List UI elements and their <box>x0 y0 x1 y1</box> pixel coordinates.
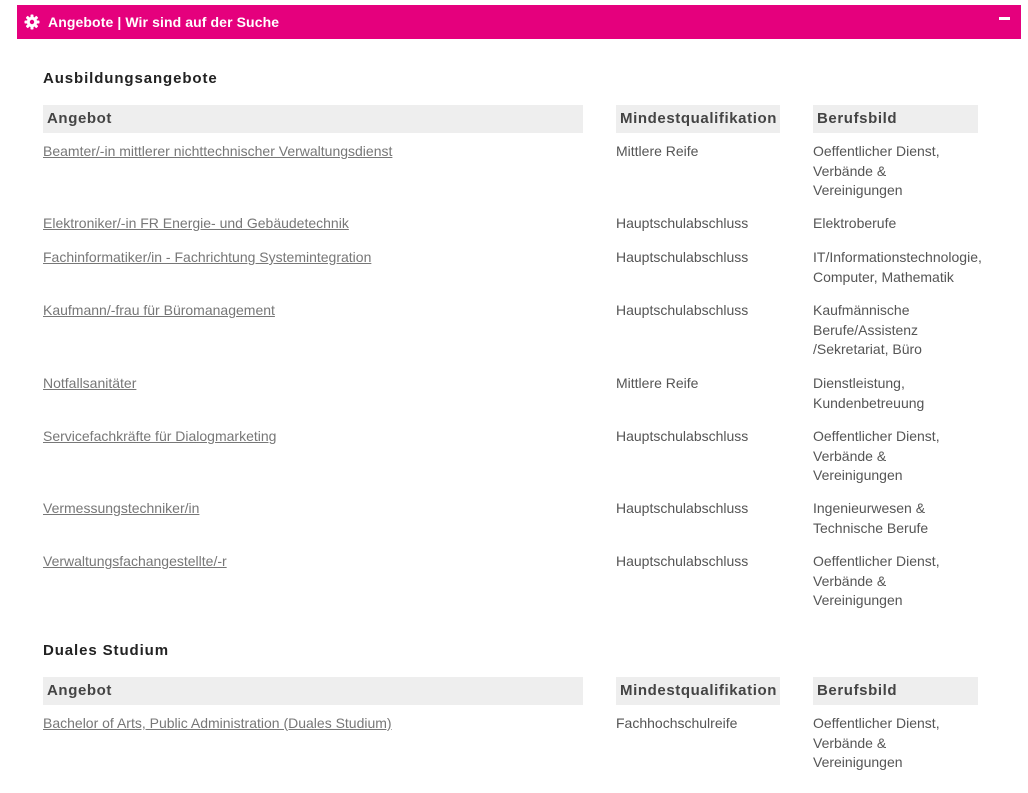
berufsbild-line: Berufe/Assistenz <box>813 321 919 338</box>
berufsbild-line: Verbände & <box>813 162 887 179</box>
berufsbild-cell: Oeffentlicher Dienst, Verbände & Vereinigu… <box>813 714 993 773</box>
column-header-berufsbild: Berufsbild <box>813 677 978 705</box>
column-header-angebot: Angebot <box>43 677 583 705</box>
table-row-angebot: Beamter/-in mittlerer nichttechnischer V… <box>43 142 603 162</box>
angebot-link[interactable]: Bachelor of Arts, Public Administration … <box>43 715 392 731</box>
angebot-link[interactable]: Kaufmann/-frau für Büromanagement <box>43 302 275 318</box>
angebot-link[interactable]: Notfallsanitäter <box>43 375 136 391</box>
mindestqualifikation-cell: Mittlere Reife <box>616 375 699 391</box>
berufsbild-line: Vereinigungen <box>813 754 903 770</box>
berufsbild-line: Oeffentlicher Dienst, <box>813 715 940 731</box>
berufsbild-line: Verbände & <box>813 734 887 751</box>
berufsbild-line: Vereinigungen <box>813 467 903 483</box>
berufsbild-cell: Dienstleistung, Kundenbetreuung <box>813 374 993 413</box>
column-header-angebot: Angebot <box>43 105 583 133</box>
mindestqualifikation-cell: Fachhochschulreife <box>616 715 738 731</box>
angebot-link[interactable]: Fachinformatiker/in - Fachrichtung Syste… <box>43 249 371 265</box>
section-title-ausbildung: Ausbildungsangebote <box>43 70 218 87</box>
column-header-mindestqualifikation: Mindestqualifikation <box>616 677 780 705</box>
gear-icon <box>24 14 40 30</box>
berufsbild-line: Oeffentlicher Dienst, <box>813 143 940 159</box>
berufsbild-cell: Oeffentlicher Dienst, Verbände & Vereinigu… <box>813 427 993 486</box>
table-row-angebot: Notfallsanitäter <box>43 374 603 394</box>
angebot-link[interactable]: Beamter/-in mittlerer nichttechnischer V… <box>43 143 392 159</box>
mindestqualifikation-cell: Hauptschulabschluss <box>616 553 749 569</box>
berufsbild-line: Verbände & <box>813 447 887 464</box>
mindestqualifikation-cell: Hauptschulabschluss <box>616 428 749 444</box>
table-row-angebot: Vermessungstechniker/in <box>43 499 603 519</box>
angebot-link[interactable]: Vermessungstechniker/in <box>43 500 199 516</box>
berufsbild-line: Elektroberufe <box>813 215 897 231</box>
table-row-angebot: Kaufmann/-frau für Büromanagement <box>43 301 603 321</box>
panel-title: Angebote | Wir sind auf der Suche <box>48 14 280 30</box>
berufsbild-cell: Kaufmännische Berufe/Assistenz/Sekretaria… <box>813 301 993 360</box>
angebot-link[interactable]: Elektroniker/-in FR Energie- und Gebäude… <box>43 215 349 231</box>
berufsbild-cell: Oeffentlicher Dienst, Verbände & Vereinigu… <box>813 142 993 201</box>
angebot-link[interactable]: Servicefachkräfte für Dialogmarketing <box>43 428 276 444</box>
berufsbild-line: Verbände & <box>813 572 887 589</box>
mindestqualifikation-cell: Hauptschulabschluss <box>616 215 749 231</box>
berufsbild-line: Computer, Mathematik <box>813 268 954 285</box>
table-row-angebot: Fachinformatiker/in - Fachrichtung Syste… <box>43 248 603 268</box>
berufsbild-cell: Oeffentlicher Dienst, Verbände & Vereinigu… <box>813 552 993 611</box>
berufsbild-line: Kundenbetreuung <box>813 394 925 411</box>
berufsbild-cell: Ingenieurwesen & Technische Berufe <box>813 499 993 538</box>
table-row-angebot: Elektroniker/-in FR Energie- und Gebäude… <box>43 214 603 234</box>
berufsbild-line: /Sekretariat, Büro <box>813 341 922 357</box>
berufsbild-line: Ingenieurwesen & <box>813 500 926 516</box>
berufsbild-line: Oeffentlicher Dienst, <box>813 428 940 444</box>
table-row-angebot: Verwaltungsfachangestellte/-r <box>43 552 603 572</box>
column-header-mindestqualifikation: Mindestqualifikation <box>616 105 780 133</box>
berufsbild-line: Kaufmännische <box>813 302 910 318</box>
panel-header[interactable]: Angebote | Wir sind auf der Suche <box>17 5 1021 39</box>
table-row-angebot: Servicefachkräfte für Dialogmarketing <box>43 427 603 447</box>
table-row-angebot: Bachelor of Arts, Public Administration … <box>43 714 603 734</box>
mindestqualifikation-cell: Hauptschulabschluss <box>616 249 749 265</box>
berufsbild-line: Vereinigungen <box>813 592 903 608</box>
section-title-duales-studium: Duales Studium <box>43 642 169 659</box>
berufsbild-line: Oeffentlicher Dienst, <box>813 553 940 569</box>
berufsbild-line: Dienstleistung, <box>813 375 905 391</box>
berufsbild-line: Technische Berufe <box>813 519 929 536</box>
mindestqualifikation-cell: Hauptschulabschluss <box>616 302 749 318</box>
mindestqualifikation-cell: Hauptschulabschluss <box>616 500 749 516</box>
column-header-berufsbild: Berufsbild <box>813 105 978 133</box>
berufsbild-line: IT/Informationstechnologie, <box>813 249 982 265</box>
mindestqualifikation-cell: Mittlere Reife <box>616 143 699 159</box>
berufsbild-line: Vereinigungen <box>813 182 903 198</box>
angebot-link[interactable]: Verwaltungsfachangestellte/-r <box>43 553 227 569</box>
berufsbild-cell: Elektroberufe <box>813 214 993 234</box>
berufsbild-cell: IT/Informationstechnologie, Computer, Mat… <box>813 248 993 287</box>
collapse-icon[interactable] <box>998 11 1012 25</box>
